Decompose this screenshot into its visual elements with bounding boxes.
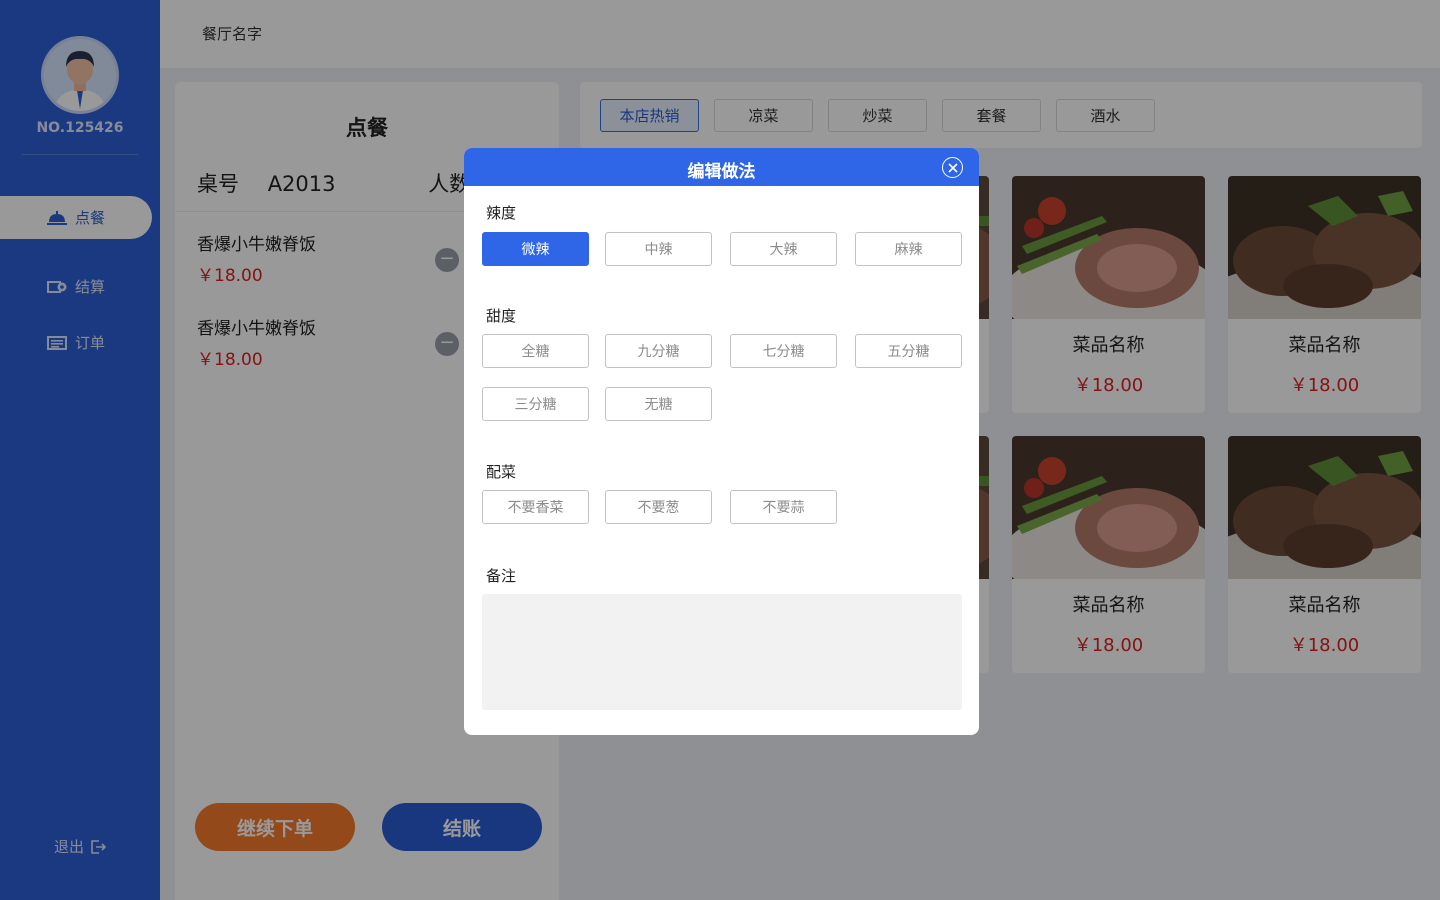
side-option-no-garlic[interactable]: 不要蒜	[730, 490, 837, 524]
sweet-option-30[interactable]: 三分糖	[482, 387, 589, 421]
spice-option-hot[interactable]: 大辣	[730, 232, 837, 266]
spice-option-medium[interactable]: 中辣	[605, 232, 712, 266]
remark-label: 备注	[486, 567, 517, 585]
sweet-option-full[interactable]: 全糖	[482, 334, 589, 368]
remark-input[interactable]	[482, 594, 962, 710]
sweet-option-50[interactable]: 五分糖	[855, 334, 962, 368]
sweet-option-70[interactable]: 七分糖	[730, 334, 837, 368]
modal-title: 编辑做法	[687, 162, 756, 182]
sweet-option-90[interactable]: 九分糖	[605, 334, 712, 368]
close-icon	[947, 162, 958, 173]
sweet-option-none[interactable]: 无糖	[605, 387, 712, 421]
spice-option-numbing[interactable]: 麻辣	[855, 232, 962, 266]
close-button[interactable]	[942, 157, 963, 178]
spice-option-mild[interactable]: 微辣	[482, 232, 589, 266]
edit-preparation-dialog: 编辑做法 辣度 微辣 中辣 大辣 麻辣 甜度 全糖 九分糖 七分糖 五分糖 三分…	[464, 148, 979, 735]
side-option-no-scallion[interactable]: 不要葱	[605, 490, 712, 524]
side-option-no-cilantro[interactable]: 不要香菜	[482, 490, 589, 524]
side-dish-label: 配菜	[486, 463, 517, 481]
sweetness-label: 甜度	[486, 307, 517, 325]
modal-header: 编辑做法	[464, 148, 979, 186]
spice-label: 辣度	[486, 204, 517, 222]
